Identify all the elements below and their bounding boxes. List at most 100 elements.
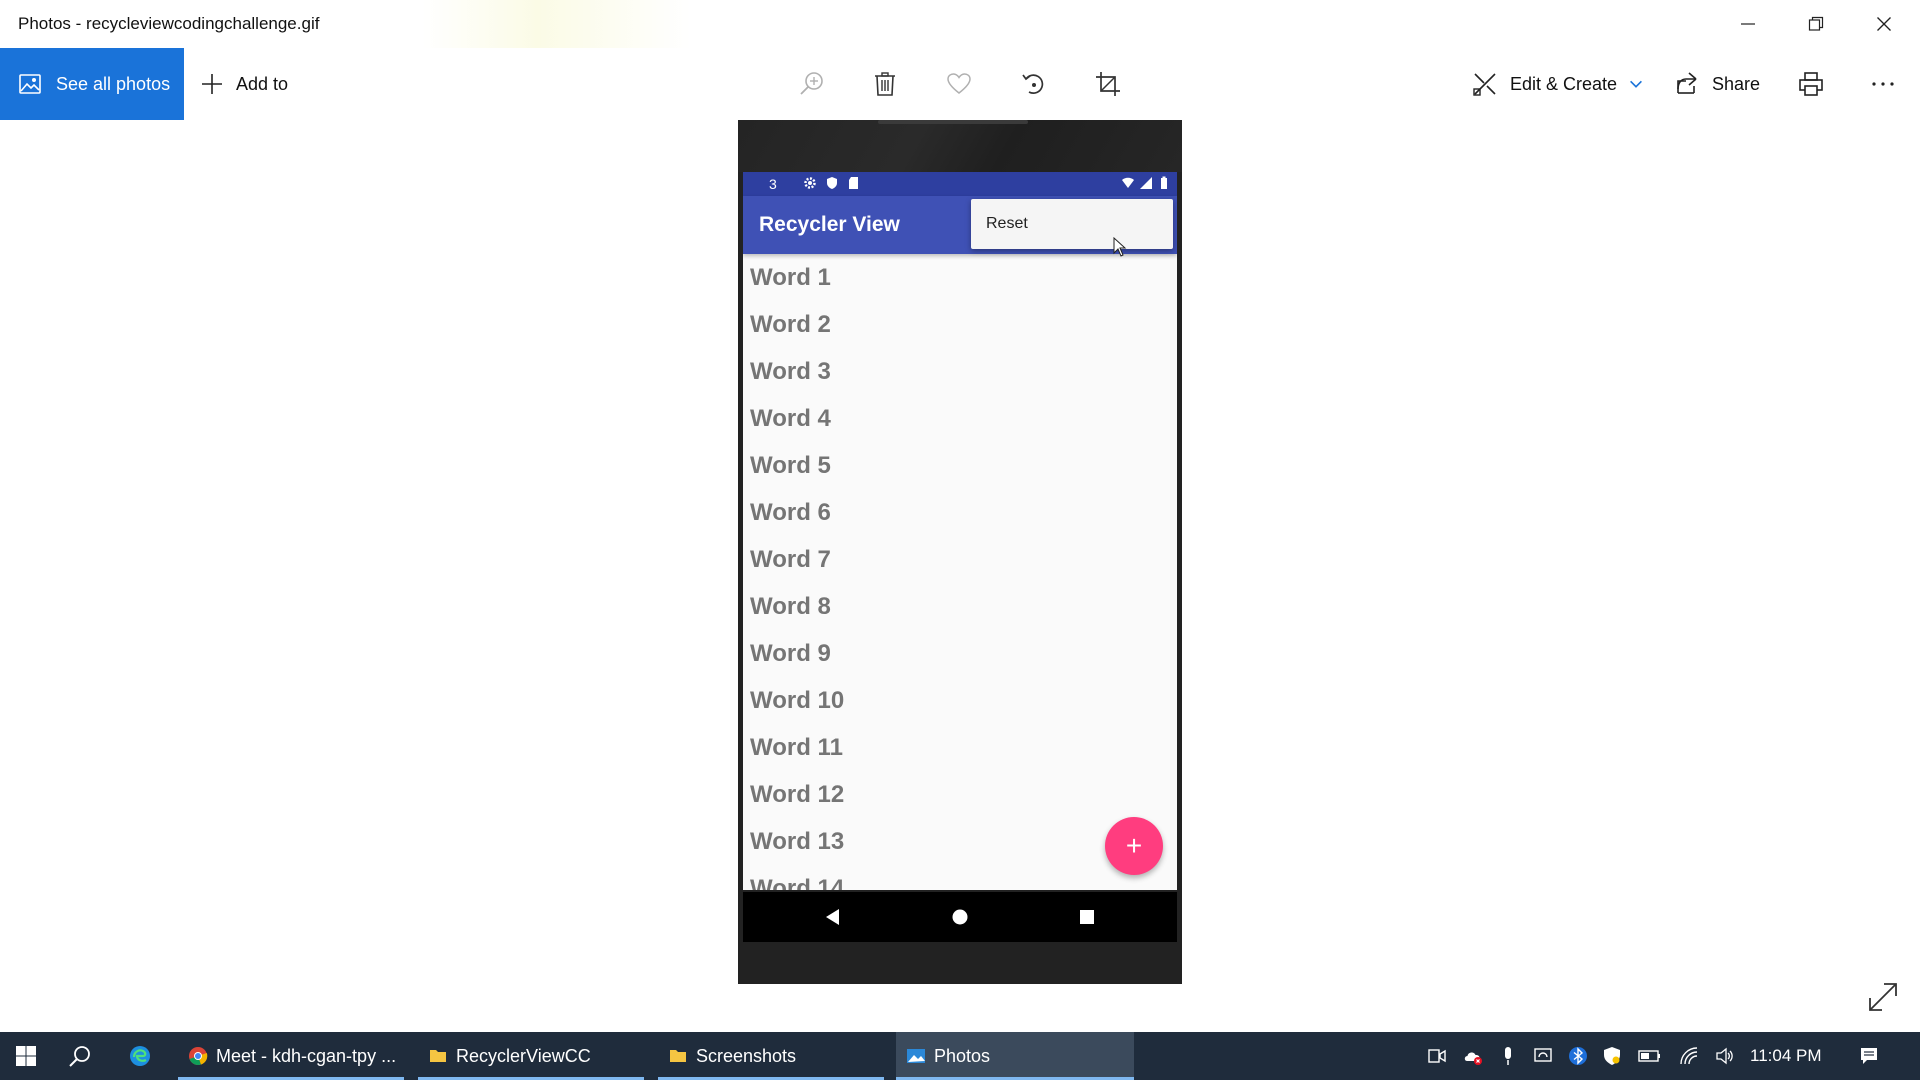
see-all-photos-button[interactable]: See all photos: [0, 48, 184, 120]
more-icon: [1872, 82, 1894, 86]
speaker-icon: [1716, 1047, 1733, 1065]
displayed-image[interactable]: 3 Recycler View Reset Word 1 Word 2 Word…: [738, 120, 1182, 984]
list-item[interactable]: Word 1: [750, 254, 831, 301]
list-item[interactable]: Word 10: [750, 677, 844, 724]
fullscreen-expand-icon[interactable]: [1866, 980, 1900, 1014]
share-icon: [1677, 72, 1697, 94]
recents-button[interactable]: [1057, 892, 1117, 942]
list-item[interactable]: Word 12: [750, 771, 844, 818]
zoom-in-button[interactable]: [794, 66, 830, 102]
taskbar-app-label: Screenshots: [696, 1045, 797, 1066]
delete-button[interactable]: [867, 66, 903, 102]
list-item[interactable]: Word 8: [750, 583, 831, 630]
home-button[interactable]: [930, 892, 990, 942]
app-title: Recycler View: [759, 213, 900, 236]
fab-plus-icon: +: [1125, 830, 1143, 861]
rotate-button[interactable]: [1016, 66, 1052, 102]
meet-now-icon: [1428, 1049, 1446, 1063]
taskbar-app-recyclerviewcc[interactable]: RecyclerViewCC: [418, 1032, 644, 1080]
crop-button[interactable]: [1090, 66, 1126, 102]
network-button[interactable]: [1676, 1032, 1702, 1080]
home-circle-icon: [952, 909, 968, 925]
onedrive-button[interactable]: [1458, 1032, 1488, 1080]
more-button[interactable]: [1870, 48, 1896, 120]
edge-button[interactable]: [116, 1032, 164, 1080]
cloud-error-icon: [1464, 1052, 1482, 1065]
list-item[interactable]: Word 6: [750, 489, 831, 536]
bluetooth-button[interactable]: [1566, 1032, 1590, 1080]
phone-bezel-bottom: [738, 942, 1182, 984]
edit-create-icon: [1473, 73, 1496, 96]
taskbar-clock[interactable]: 11:04 PM: [1750, 1032, 1822, 1080]
taskbar-app-label: Meet - kdh-cgan-tpy ...: [216, 1045, 397, 1066]
plus-icon: [202, 74, 222, 94]
battery-button[interactable]: [1636, 1032, 1664, 1080]
list-item[interactable]: Word 11: [750, 724, 843, 771]
meet-now-button[interactable]: [1424, 1032, 1450, 1080]
share-label: Share: [1712, 73, 1761, 94]
minimize-icon: [1741, 23, 1755, 25]
menu-item-reset[interactable]: Reset: [986, 199, 1028, 249]
taskbar-app-chrome-meet[interactable]: Meet - kdh-cgan-tpy ...: [178, 1032, 404, 1080]
list-item[interactable]: Word 14: [750, 865, 844, 890]
bluetooth-icon: [1569, 1047, 1587, 1065]
action-center-icon: [1861, 1048, 1877, 1064]
status-notification-count: 3: [769, 176, 777, 192]
list-item[interactable]: Word 3: [750, 348, 831, 395]
list-item[interactable]: Word 4: [750, 395, 831, 442]
microphone-icon: [1505, 1047, 1511, 1065]
taskbar-app-screenshots[interactable]: Screenshots: [658, 1032, 884, 1080]
display-settings-icon: [1534, 1048, 1552, 1062]
add-to-button[interactable]: Add to: [200, 48, 288, 120]
favorite-button[interactable]: [941, 66, 977, 102]
search-button[interactable]: [56, 1032, 104, 1080]
edit-create-button[interactable]: Edit & Create: [1472, 48, 1643, 120]
delete-icon: [875, 72, 895, 96]
android-nav-bar: [743, 892, 1177, 942]
recents-square-icon: [1080, 910, 1094, 924]
wifi-icon: [1122, 177, 1134, 188]
list-item[interactable]: Word 5: [750, 442, 831, 489]
close-button[interactable]: [1850, 0, 1918, 48]
microphone-button[interactable]: [1496, 1032, 1520, 1080]
shield-icon: [827, 177, 837, 189]
minimize-button[interactable]: [1714, 0, 1782, 48]
back-triangle-icon: [826, 909, 839, 925]
print-icon: [1799, 72, 1823, 96]
windows-taskbar: Meet - kdh-cgan-tpy ... RecyclerViewCC S…: [0, 1032, 1920, 1080]
list-item[interactable]: Word 9: [750, 630, 831, 677]
android-status-bar: 3: [743, 172, 1177, 196]
volume-button[interactable]: [1712, 1032, 1738, 1080]
security-button[interactable]: [1600, 1032, 1624, 1080]
signal-icon: [1140, 177, 1152, 189]
title-bar: Photos - recycleviewcodingchallenge.gif: [0, 0, 1920, 48]
search-icon: [69, 1046, 90, 1067]
taskbar-app-label: Photos: [934, 1045, 991, 1066]
add-to-label: Add to: [236, 73, 289, 94]
crop-icon: [1096, 72, 1120, 96]
start-button[interactable]: [2, 1032, 50, 1080]
share-button[interactable]: Share: [1674, 48, 1760, 120]
sd-card-icon: [849, 177, 858, 189]
back-button[interactable]: [803, 892, 863, 942]
settings-icon: [804, 177, 816, 189]
taskbar-app-photos[interactable]: Photos: [896, 1032, 1134, 1080]
list-item[interactable]: Word 7: [750, 536, 831, 583]
add-word-fab[interactable]: +: [1105, 817, 1163, 875]
windows-logo-icon: [16, 1046, 36, 1066]
notifications-button[interactable]: [1856, 1032, 1882, 1080]
photo-gallery-icon: [19, 74, 41, 94]
restore-button[interactable]: [1782, 0, 1850, 48]
close-icon: [1877, 17, 1891, 31]
command-bar: See all photos Add to Edit & Create Shar…: [0, 48, 1920, 120]
folder-icon: [430, 1050, 446, 1062]
battery-icon: [1638, 1050, 1660, 1062]
list-item[interactable]: Word 13: [750, 818, 844, 865]
phone-speaker: [878, 120, 1028, 124]
list-item[interactable]: Word 2: [750, 301, 831, 348]
print-button[interactable]: [1798, 48, 1824, 120]
display-button[interactable]: [1530, 1032, 1556, 1080]
photos-window: Photos - recycleviewcodingchallenge.gif …: [0, 0, 1920, 1080]
mouse-cursor-icon: [1113, 237, 1127, 257]
wifi-icon: [1680, 1047, 1698, 1065]
